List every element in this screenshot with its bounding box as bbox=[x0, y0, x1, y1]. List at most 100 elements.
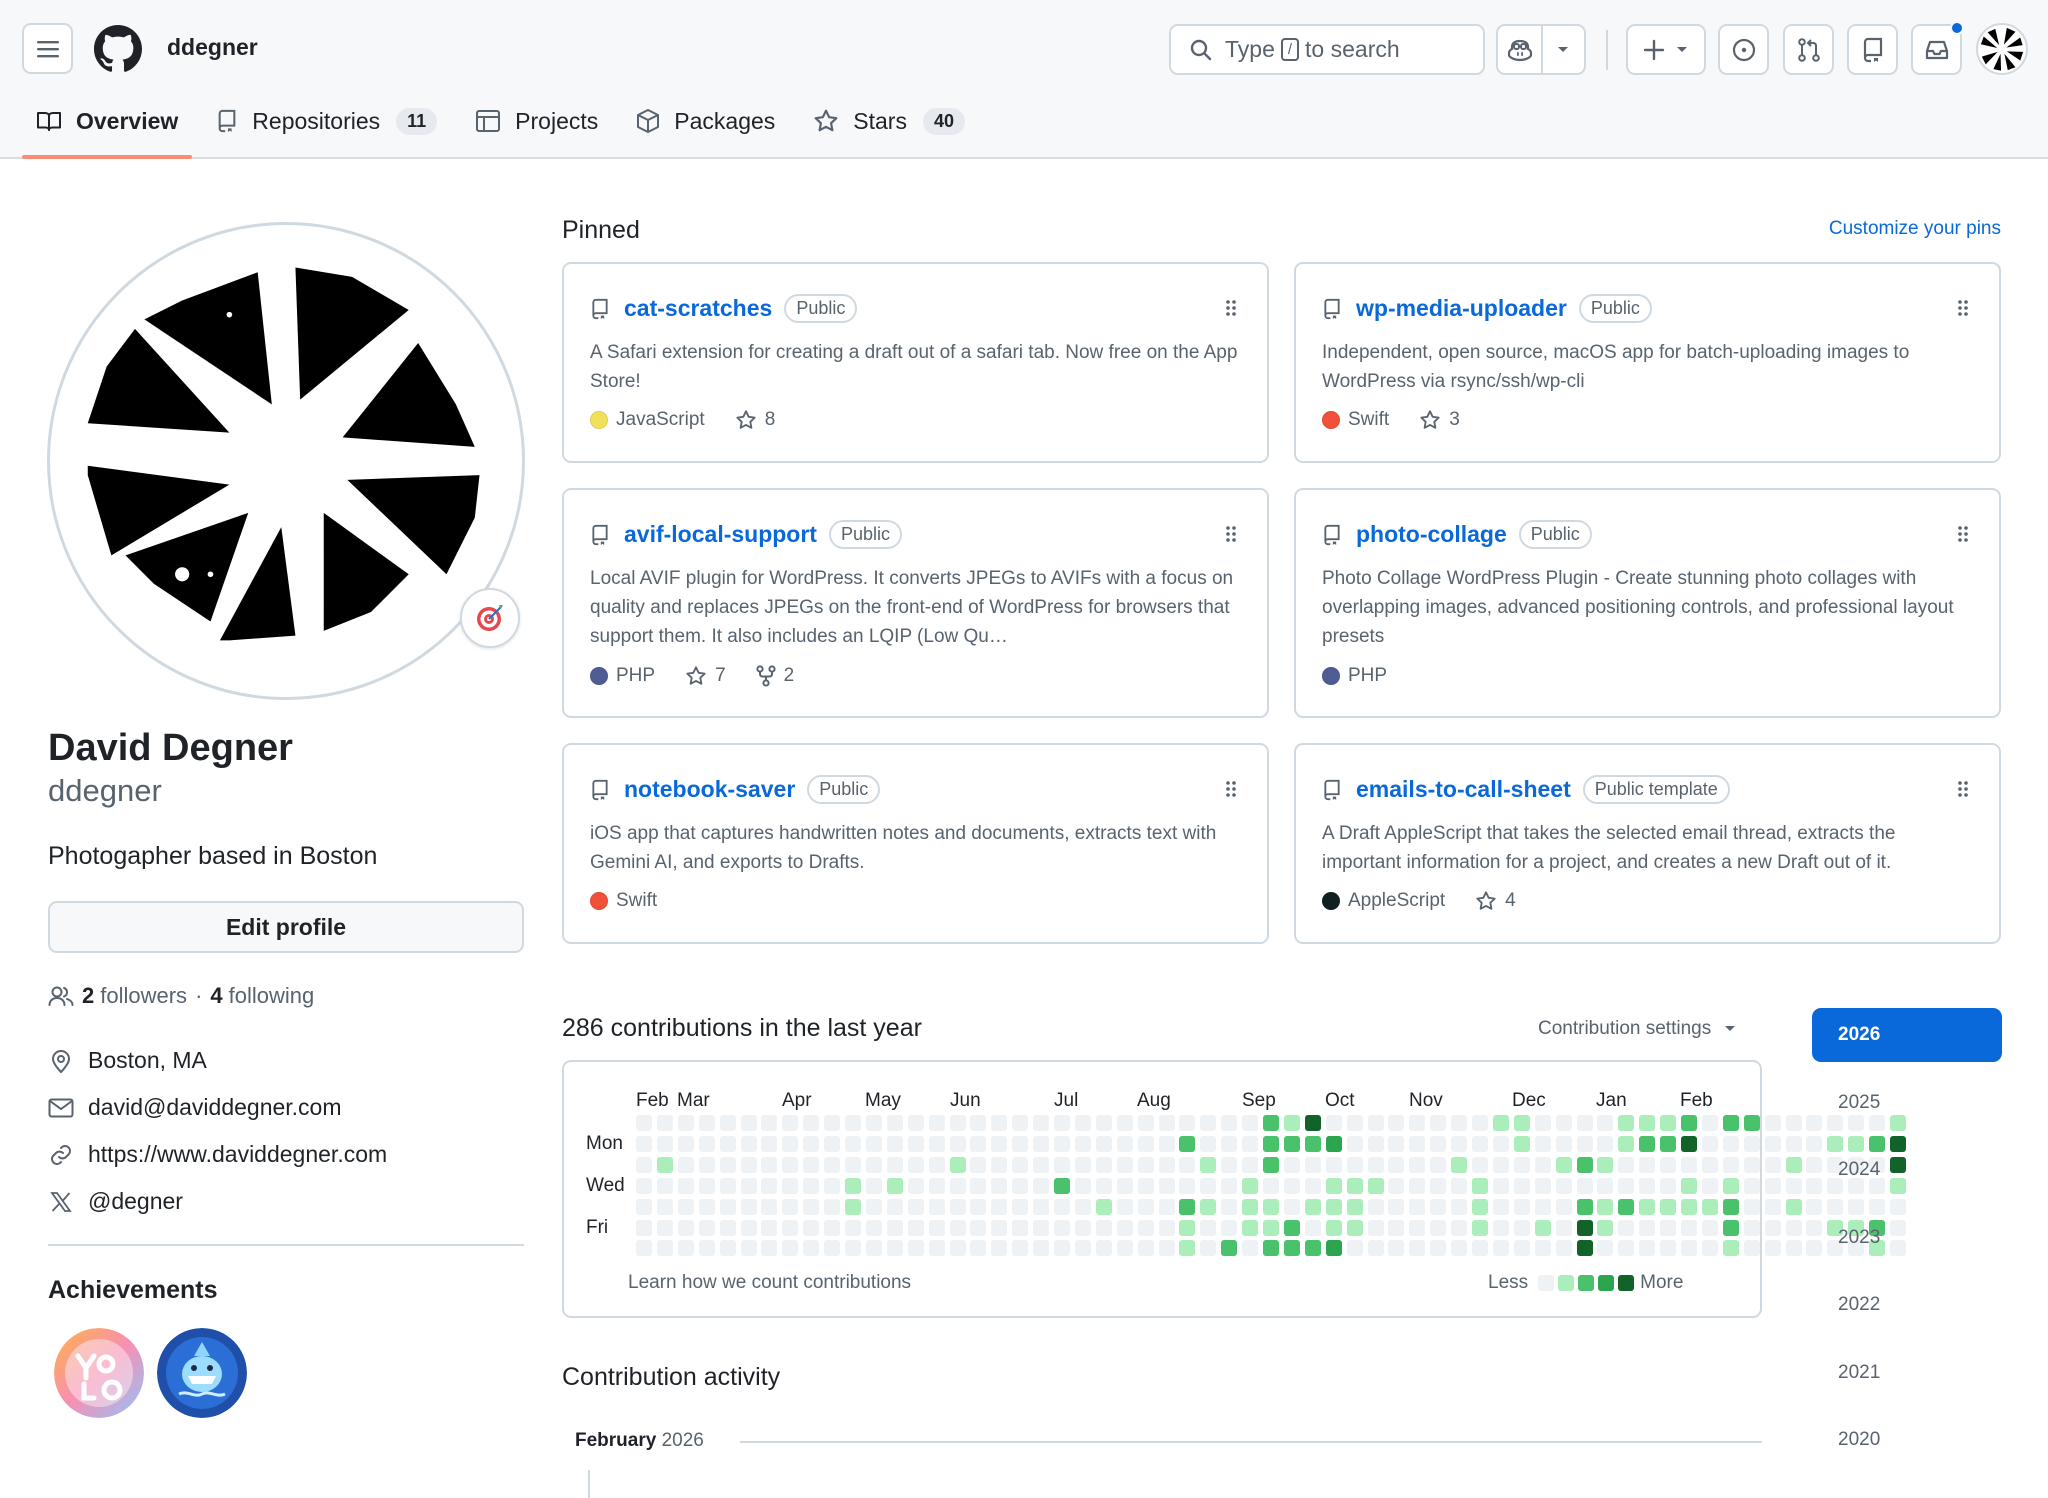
tab-packages[interactable]: Packages bbox=[622, 98, 789, 144]
contribution-day[interactable] bbox=[1116, 1135, 1133, 1152]
contribution-day[interactable] bbox=[1283, 1219, 1300, 1236]
contribution-day[interactable] bbox=[636, 1198, 652, 1215]
contribution-day[interactable] bbox=[1660, 1156, 1677, 1173]
issues-button[interactable] bbox=[1718, 24, 1769, 75]
contribution-day[interactable] bbox=[1472, 1135, 1488, 1152]
contribution-day[interactable] bbox=[1492, 1135, 1509, 1152]
contribution-day[interactable] bbox=[677, 1198, 694, 1215]
contribution-day[interactable] bbox=[719, 1219, 736, 1236]
contribution-day[interactable] bbox=[1618, 1177, 1635, 1194]
contribution-day[interactable] bbox=[1283, 1240, 1300, 1257]
contribution-day[interactable] bbox=[1701, 1177, 1718, 1194]
forks-link[interactable]: 2 bbox=[756, 665, 794, 687]
drag-handle-icon[interactable] bbox=[1957, 780, 1969, 798]
contribution-day[interactable] bbox=[1722, 1156, 1739, 1173]
contribution-day[interactable] bbox=[1388, 1115, 1405, 1131]
contribution-day[interactable] bbox=[719, 1198, 736, 1215]
contribution-day[interactable] bbox=[1179, 1219, 1196, 1236]
contribution-day[interactable] bbox=[1472, 1198, 1488, 1215]
contribution-day[interactable] bbox=[928, 1115, 945, 1131]
contribution-day[interactable] bbox=[1472, 1240, 1488, 1257]
contribution-day[interactable] bbox=[1701, 1156, 1718, 1173]
drag-handle-icon[interactable] bbox=[1957, 525, 1969, 543]
contribution-day[interactable] bbox=[1012, 1135, 1029, 1152]
contribution-day[interactable] bbox=[949, 1135, 966, 1152]
contribution-day[interactable] bbox=[656, 1177, 673, 1194]
contribution-day[interactable] bbox=[1409, 1135, 1426, 1152]
contribution-day[interactable] bbox=[970, 1156, 987, 1173]
contribution-day[interactable] bbox=[636, 1156, 652, 1173]
contribution-day[interactable] bbox=[1033, 1135, 1050, 1152]
contribution-day[interactable] bbox=[886, 1177, 903, 1194]
contribution-day[interactable] bbox=[845, 1240, 861, 1257]
contribution-day[interactable] bbox=[1430, 1219, 1447, 1236]
contribution-day[interactable] bbox=[1785, 1156, 1802, 1173]
contribution-day[interactable] bbox=[1555, 1135, 1572, 1152]
contribution-day[interactable] bbox=[1555, 1240, 1572, 1257]
contribution-day[interactable] bbox=[782, 1177, 799, 1194]
contribution-day[interactable] bbox=[1430, 1115, 1447, 1131]
contribution-day[interactable] bbox=[1701, 1219, 1718, 1236]
contribution-day[interactable] bbox=[1743, 1115, 1760, 1131]
website-link[interactable]: https://www.daviddegner.com bbox=[88, 1141, 387, 1168]
contribution-day[interactable] bbox=[949, 1115, 966, 1131]
contribution-day[interactable] bbox=[656, 1240, 673, 1257]
contribution-day[interactable] bbox=[1576, 1135, 1593, 1152]
contribution-day[interactable] bbox=[845, 1115, 861, 1131]
contribution-day[interactable] bbox=[1618, 1135, 1635, 1152]
contribution-day[interactable] bbox=[824, 1156, 841, 1173]
contribution-day[interactable] bbox=[865, 1198, 882, 1215]
contribution-day[interactable] bbox=[1701, 1240, 1718, 1257]
contribution-day[interactable] bbox=[698, 1177, 715, 1194]
contribution-day[interactable] bbox=[656, 1115, 673, 1131]
contribution-day[interactable] bbox=[1325, 1135, 1342, 1152]
contribution-day[interactable] bbox=[1764, 1198, 1781, 1215]
contribution-day[interactable] bbox=[886, 1115, 903, 1131]
contribution-day[interactable] bbox=[1116, 1240, 1133, 1257]
contribution-day[interactable] bbox=[1681, 1156, 1697, 1173]
contribution-day[interactable] bbox=[907, 1156, 924, 1173]
user-avatar-button[interactable] bbox=[1976, 23, 2028, 75]
contribution-day[interactable] bbox=[1388, 1240, 1405, 1257]
contribution-day[interactable] bbox=[1472, 1219, 1488, 1236]
contribution-day[interactable] bbox=[1054, 1177, 1070, 1194]
contribution-day[interactable] bbox=[1346, 1156, 1363, 1173]
contribution-day[interactable] bbox=[1722, 1219, 1739, 1236]
contribution-day[interactable] bbox=[1660, 1240, 1677, 1257]
contribution-day[interactable] bbox=[1681, 1198, 1697, 1215]
contribution-day[interactable] bbox=[1158, 1135, 1175, 1152]
tab-stars[interactable]: Stars 40 bbox=[799, 98, 979, 144]
contribution-day[interactable] bbox=[740, 1156, 757, 1173]
contribution-day[interactable] bbox=[1513, 1115, 1530, 1131]
contribution-day[interactable] bbox=[782, 1156, 799, 1173]
contribution-day[interactable] bbox=[1179, 1198, 1196, 1215]
contribution-day[interactable] bbox=[949, 1156, 966, 1173]
contribution-day[interactable] bbox=[677, 1240, 694, 1257]
contribution-day[interactable] bbox=[1555, 1115, 1572, 1131]
contribution-day[interactable] bbox=[865, 1240, 882, 1257]
contribution-day[interactable] bbox=[928, 1135, 945, 1152]
contribution-day[interactable] bbox=[1430, 1177, 1447, 1194]
contribution-day[interactable] bbox=[1200, 1198, 1217, 1215]
contribution-day[interactable] bbox=[1492, 1156, 1509, 1173]
contribution-day[interactable] bbox=[1325, 1156, 1342, 1173]
contribution-day[interactable] bbox=[1513, 1198, 1530, 1215]
contribution-day[interactable] bbox=[907, 1115, 924, 1131]
contribution-day[interactable] bbox=[698, 1219, 715, 1236]
contribution-day[interactable] bbox=[1534, 1177, 1551, 1194]
contribution-day[interactable] bbox=[1054, 1115, 1070, 1131]
contribution-day[interactable] bbox=[677, 1156, 694, 1173]
contribution-day[interactable] bbox=[656, 1156, 673, 1173]
contribution-day[interactable] bbox=[845, 1219, 861, 1236]
contribution-day[interactable] bbox=[1116, 1198, 1133, 1215]
contribution-day[interactable] bbox=[1409, 1177, 1426, 1194]
contribution-day[interactable] bbox=[782, 1115, 799, 1131]
contribution-day[interactable] bbox=[1764, 1219, 1781, 1236]
contribution-day[interactable] bbox=[1743, 1177, 1760, 1194]
contribution-day[interactable] bbox=[1033, 1115, 1050, 1131]
contribution-day[interactable] bbox=[1346, 1135, 1363, 1152]
contribution-day[interactable] bbox=[1221, 1177, 1238, 1194]
contribution-day[interactable] bbox=[761, 1198, 778, 1215]
contribution-day[interactable] bbox=[1137, 1177, 1154, 1194]
contribution-day[interactable] bbox=[1597, 1198, 1614, 1215]
